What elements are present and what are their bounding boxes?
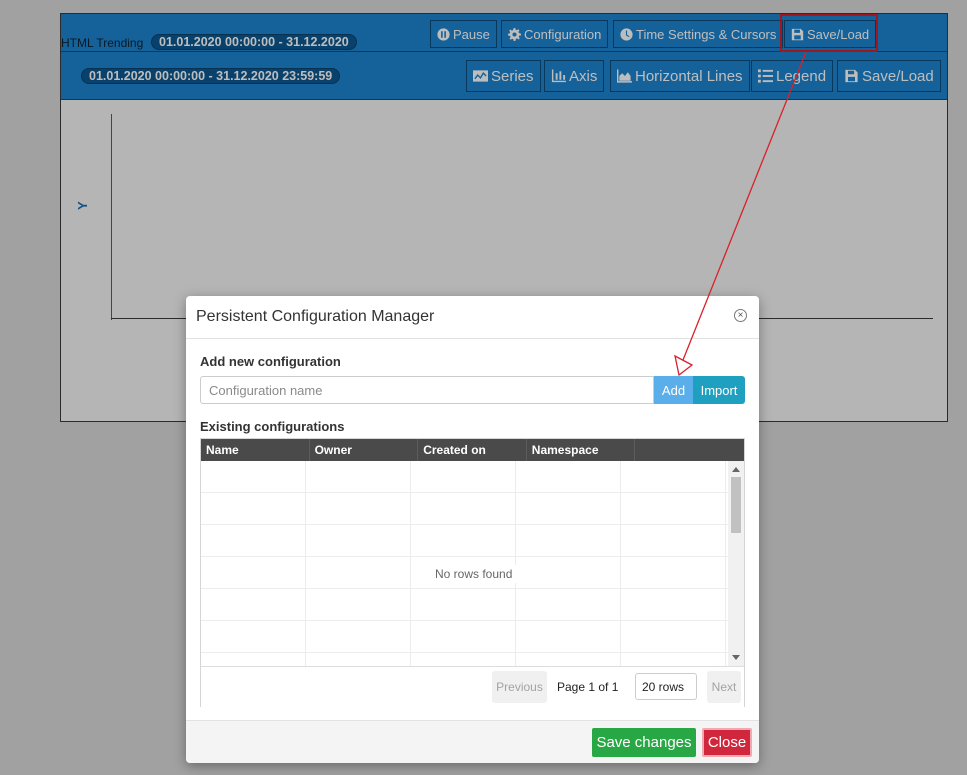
column-header-created-on[interactable]: Created on bbox=[418, 439, 527, 461]
rows-per-page-select[interactable]: 20 rows bbox=[635, 673, 697, 700]
existing-configs-label: Existing configurations bbox=[200, 419, 345, 434]
pagination-bar: Previous Page 1 of 1 20 rows Next bbox=[201, 666, 744, 707]
table-row bbox=[201, 621, 728, 653]
table-body: No rows found bbox=[201, 461, 728, 666]
close-button[interactable]: Close bbox=[702, 728, 752, 757]
column-header-namespace[interactable]: Namespace bbox=[527, 439, 636, 461]
table-row bbox=[201, 461, 728, 493]
scroll-down-icon[interactable] bbox=[732, 655, 740, 660]
add-button[interactable]: Add bbox=[654, 376, 693, 404]
page-info: Page 1 of 1 bbox=[557, 680, 619, 694]
scroll-thumb[interactable] bbox=[731, 477, 741, 533]
column-header-name[interactable]: Name bbox=[201, 439, 310, 461]
column-header-empty bbox=[635, 439, 744, 461]
configuration-name-input[interactable] bbox=[200, 376, 654, 404]
dialog-title: Persistent Configuration Manager bbox=[196, 308, 435, 325]
dialog-header: Persistent Configuration Manager × bbox=[186, 296, 759, 339]
table-row bbox=[201, 525, 728, 557]
table-row bbox=[201, 653, 728, 666]
table-header: Name Owner Created on Namespace bbox=[201, 439, 744, 461]
save-changes-button[interactable]: Save changes bbox=[592, 728, 696, 757]
next-page-button[interactable]: Next bbox=[707, 671, 741, 703]
scroll-up-icon[interactable] bbox=[732, 467, 740, 472]
dialog-footer: Save changes Close bbox=[186, 720, 759, 763]
close-icon[interactable]: × bbox=[734, 309, 747, 322]
vertical-scrollbar[interactable] bbox=[728, 461, 744, 666]
no-rows-message: No rows found bbox=[429, 565, 519, 583]
column-header-owner[interactable]: Owner bbox=[310, 439, 419, 461]
previous-page-button[interactable]: Previous bbox=[492, 671, 547, 703]
configuration-manager-dialog: Persistent Configuration Manager × Add n… bbox=[186, 296, 759, 763]
table-row bbox=[201, 589, 728, 621]
configurations-table: Name Owner Created on Namespace No rows … bbox=[200, 438, 745, 707]
add-config-label: Add new configuration bbox=[200, 354, 341, 369]
import-button[interactable]: Import bbox=[693, 376, 745, 404]
table-row bbox=[201, 493, 728, 525]
